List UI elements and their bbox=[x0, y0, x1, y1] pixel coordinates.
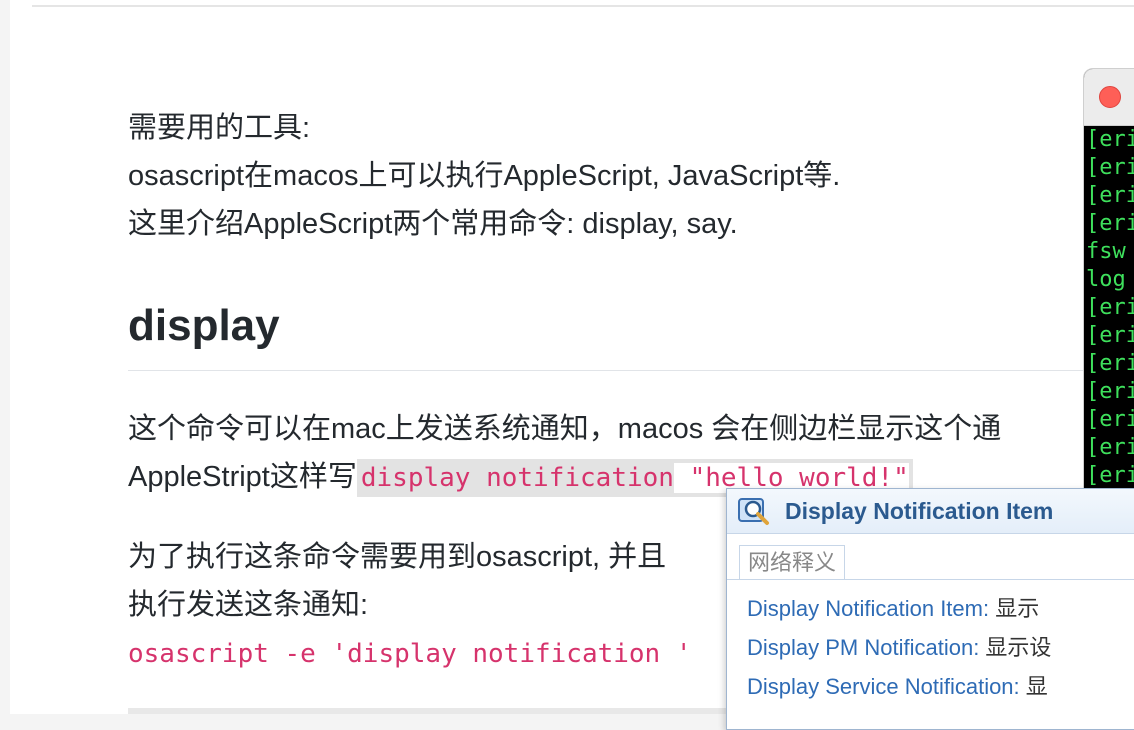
close-window-button[interactable] bbox=[1099, 86, 1121, 108]
terminal-line: [eri bbox=[1086, 379, 1134, 404]
terminal-line: fsw bbox=[1086, 239, 1126, 264]
dictionary-item-meaning: 显 bbox=[1019, 674, 1048, 699]
top-divider bbox=[32, 5, 1134, 7]
paragraph-1-line-1: 这个命令可以在mac上发送系统通知，macos 会在侧边栏显示这个通 bbox=[128, 413, 1002, 445]
tab-divider bbox=[727, 579, 1134, 580]
dictionary-list: Display Notification Item: 显示 Display PM… bbox=[747, 589, 1051, 706]
dictionary-item[interactable]: Display PM Notification: 显示设 bbox=[747, 628, 1051, 667]
terminal-line: [eri bbox=[1086, 127, 1134, 152]
dictionary-item-term: Display PM Notification: bbox=[747, 635, 980, 660]
code-block[interactable]: osascript -e 'display notification ' bbox=[128, 630, 692, 678]
tab-web-definitions[interactable]: 网络释义 bbox=[739, 545, 846, 580]
intro-line-2: osascript在macos上可以执行AppleScript, JavaScr… bbox=[128, 160, 841, 192]
dictionary-magnifier-icon bbox=[738, 498, 769, 525]
terminal-line: log bbox=[1086, 267, 1126, 292]
dictionary-item[interactable]: Display Service Notification: 显 bbox=[747, 667, 1051, 706]
dictionary-item-meaning: 显示 bbox=[989, 596, 1040, 621]
dictionary-popup[interactable]: Display Notification Item 网络释义 Display N… bbox=[726, 488, 1134, 730]
terminal-line: [eri bbox=[1086, 211, 1134, 236]
paragraph-2-line-1: 为了执行这条命令需要用到osascript, 并且 bbox=[128, 541, 667, 573]
intro-line-3: 这里介绍AppleScript两个常用命令: display, say. bbox=[128, 208, 738, 240]
dictionary-item-term: Display Service Notification: bbox=[747, 674, 1020, 699]
dictionary-title: Display Notification Item bbox=[785, 498, 1054, 524]
code-block-bottom bbox=[128, 708, 748, 714]
terminal-line: [eri bbox=[1086, 323, 1134, 348]
dictionary-item-term: Display Notification Item: bbox=[747, 596, 990, 621]
terminal-line: [eri bbox=[1086, 407, 1134, 432]
paragraph-2-line-2: 执行发送这条通知: bbox=[128, 589, 369, 621]
dictionary-item[interactable]: Display Notification Item: 显示 bbox=[747, 589, 1051, 628]
intro-line-1: 需要用的工具: bbox=[128, 112, 311, 144]
terminal-titlebar bbox=[1084, 69, 1134, 126]
terminal-line: [eri bbox=[1086, 295, 1134, 320]
terminal-line: [eri bbox=[1086, 463, 1134, 488]
inline-code-selected: display notification bbox=[360, 463, 674, 493]
terminal-line: [eri bbox=[1086, 351, 1134, 376]
paragraph-1-prefix: AppleStript这样写 bbox=[128, 461, 357, 493]
dictionary-item-meaning: 显示设 bbox=[979, 635, 1052, 660]
heading-divider bbox=[128, 370, 1118, 371]
terminal-line: [eri bbox=[1086, 435, 1134, 460]
section-heading: display bbox=[128, 301, 280, 350]
terminal-line: [eri bbox=[1086, 155, 1134, 180]
terminal-line: [eri bbox=[1086, 183, 1134, 208]
dictionary-header: Display Notification Item bbox=[727, 489, 1134, 534]
